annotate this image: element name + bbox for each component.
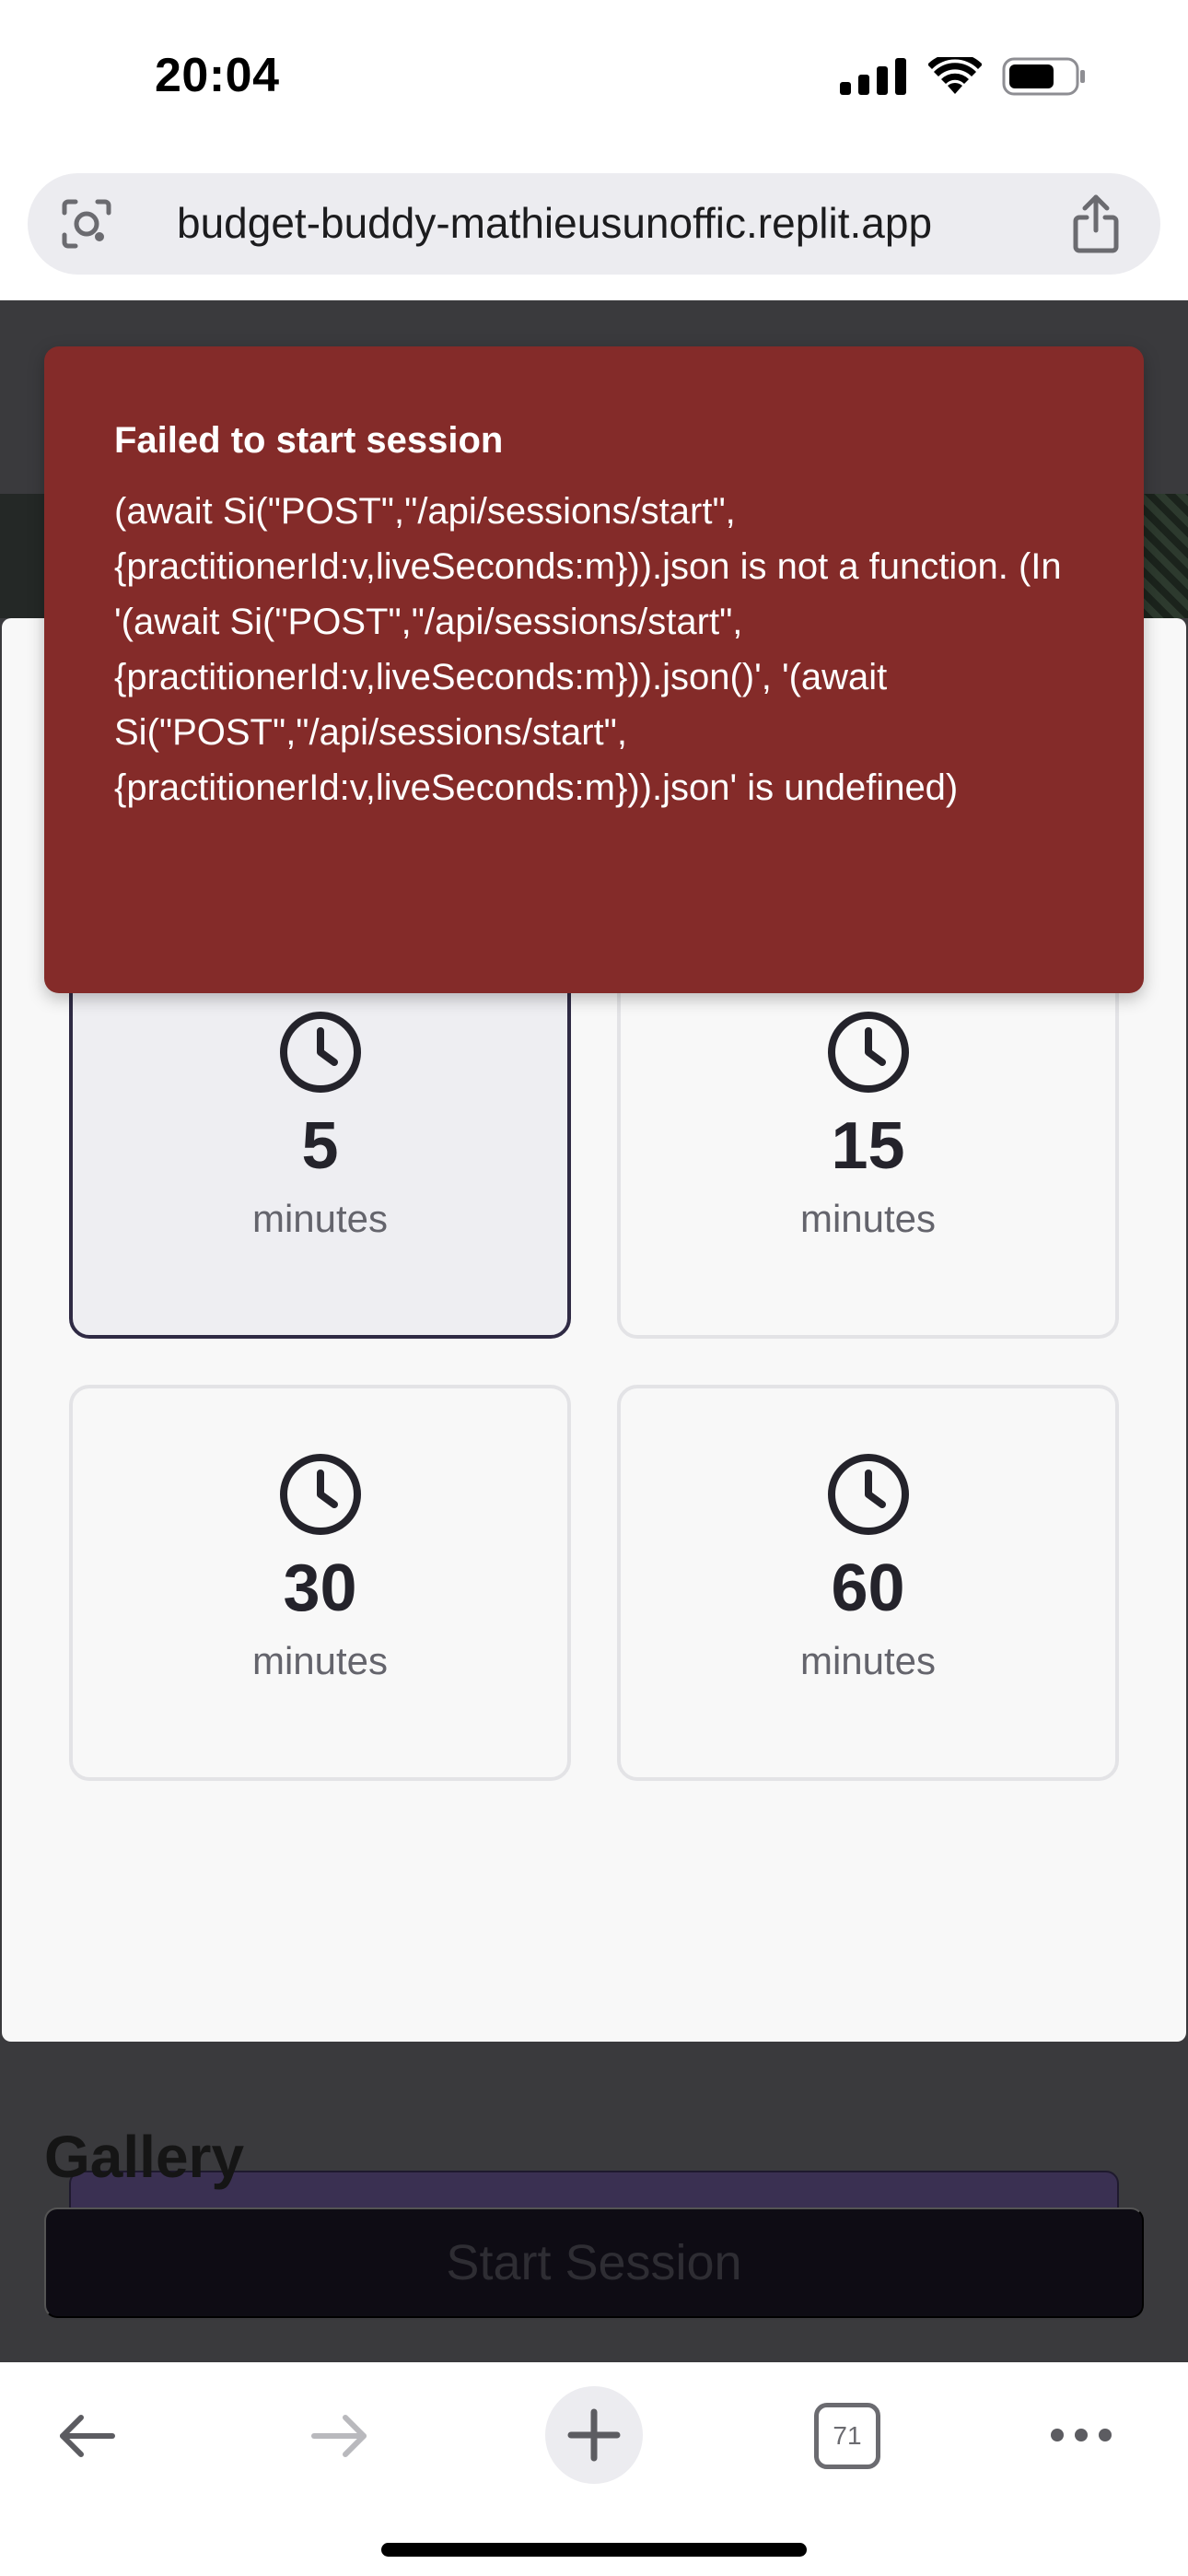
browser-toolbar: 71 — [0, 2362, 1188, 2576]
status-time: 20:04 — [155, 49, 280, 102]
duration-unit: minutes — [799, 1197, 937, 1240]
error-toast[interactable]: Failed to start session (await Si("POST"… — [44, 346, 1144, 993]
plus-icon — [567, 2408, 621, 2462]
clock-icon — [827, 1454, 909, 1535]
toast-message: (await Si("POST","/api/sessions/start",{… — [114, 491, 1062, 808]
visual-lookup-icon[interactable] — [59, 196, 114, 252]
home-indicator — [381, 2543, 807, 2557]
new-tab-button[interactable] — [545, 2386, 643, 2484]
status-bar: 20:04 — [0, 0, 1188, 161]
duration-unit: minutes — [251, 1197, 389, 1240]
duration-option-5[interactable]: 5 minutes — [69, 943, 571, 1339]
wifi-icon — [928, 57, 982, 94]
url-text[interactable]: budget-buddy-mathieusunoffic.replit.app — [177, 198, 932, 248]
gallery-heading: Gallery — [44, 2124, 245, 2190]
duration-value: 60 — [831, 1551, 905, 1625]
cellular-signal-icon — [840, 58, 906, 95]
more-options-icon[interactable] — [1048, 2412, 1114, 2458]
forward-arrow-icon[interactable] — [307, 2403, 373, 2469]
share-icon[interactable] — [1068, 193, 1124, 254]
address-bar[interactable]: budget-buddy-mathieusunoffic.replit.app — [28, 173, 1160, 275]
battery-icon — [1002, 57, 1085, 96]
back-arrow-icon[interactable] — [53, 2403, 120, 2469]
clock-icon — [279, 1012, 361, 1093]
duration-option-15[interactable]: 15 minutes — [617, 943, 1119, 1339]
duration-value: 5 — [301, 1109, 339, 1183]
toast-title: Failed to start session — [114, 420, 504, 461]
duration-option-30[interactable]: 30 minutes — [69, 1385, 571, 1781]
duration-value: 30 — [283, 1551, 357, 1625]
duration-unit: minutes — [251, 1639, 389, 1682]
status-icons — [840, 57, 1087, 96]
duration-unit: minutes — [799, 1639, 937, 1682]
clock-icon — [279, 1454, 361, 1535]
duration-option-60[interactable]: 60 minutes — [617, 1385, 1119, 1781]
start-session-button[interactable]: Start Session — [44, 2207, 1144, 2318]
tab-switcher-button[interactable]: 71 — [814, 2403, 880, 2469]
clock-icon — [827, 1012, 909, 1093]
duration-value: 15 — [831, 1109, 905, 1183]
